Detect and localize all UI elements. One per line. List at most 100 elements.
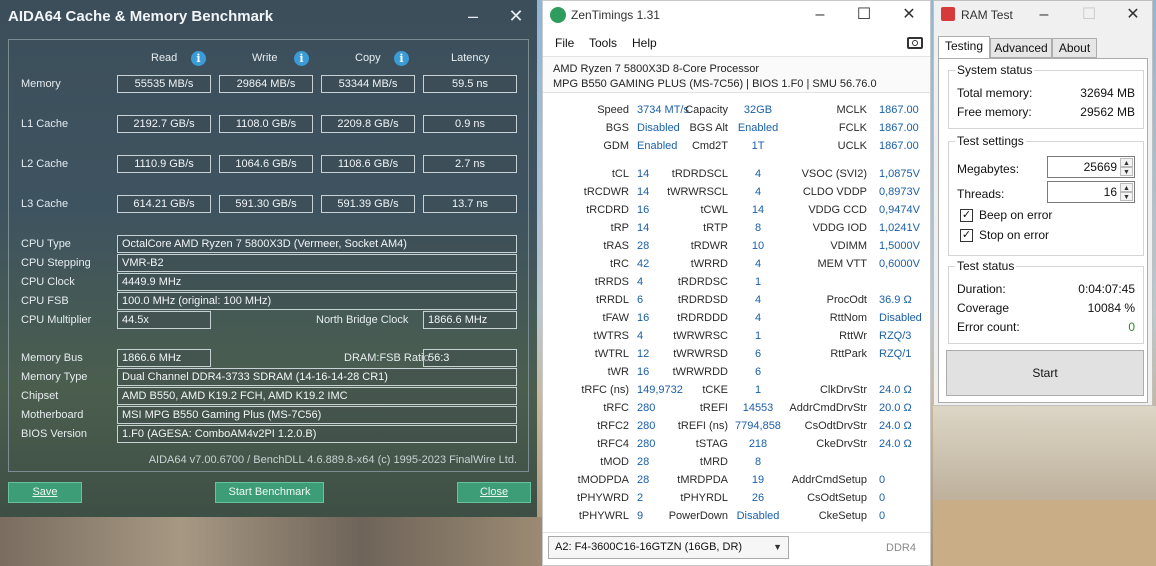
write-info-icon[interactable]: i — [294, 51, 309, 66]
ramtest-window: RAM Test – ☐ ✕ Testing Advanced About Sy… — [933, 0, 1153, 406]
timing-value-col1-8: 42 — [637, 258, 650, 270]
timing-label-col2-12: tWRWRSC — [673, 330, 728, 342]
timing-value-col3-3: 1,0875V — [879, 168, 920, 180]
timing-value-col1-1: Disabled — [637, 122, 680, 134]
dram-fsb-label: DRAM:FSB Ratio — [344, 352, 430, 364]
header-copy: Copy — [355, 52, 381, 64]
timing-label-col2-22: PowerDown — [668, 510, 728, 522]
timing-label-col2-6: tRTP — [703, 222, 728, 234]
chipset-value: AMD B550, AMD K19.2 FCH, AMD K19.2 IMC — [117, 387, 517, 405]
timing-value-col3-1: 1867.00 — [879, 122, 919, 134]
system-status-title: System status — [955, 63, 1035, 77]
board-info: MPG B550 GAMING PLUS (MS-7C56) | BIOS 1.… — [553, 78, 877, 90]
timing-label-col3-20: AddrCmdSetup — [791, 474, 867, 486]
dram-fsb-value: 56:3 — [423, 349, 517, 367]
start-benchmark-button[interactable]: Start Benchmark — [215, 482, 324, 503]
timing-label-col1-15: tRFC (ns) — [581, 384, 629, 396]
timing-label-col2-1: BGS Alt — [689, 122, 728, 134]
timing-label-col2-4: tWRWRSCL — [667, 186, 728, 198]
total-memory-value: 32694 MB — [1080, 86, 1135, 100]
ramtest-app-icon — [941, 7, 955, 21]
cpu-multiplier-value: 44.5x — [117, 311, 211, 329]
timing-value-col1-15: 149,9732 — [637, 384, 683, 396]
spin-up-icon[interactable]: ▲ — [1120, 158, 1133, 167]
minimize-icon[interactable]: – — [1030, 4, 1058, 26]
header-read-label: Read — [151, 52, 178, 64]
timing-label-col3-21: CsOdtSetup — [807, 492, 867, 504]
minimize-icon[interactable]: – — [806, 4, 834, 26]
timing-value-col3-0: 1867.00 — [879, 104, 919, 116]
timing-label-col2-0: Capacity — [685, 104, 728, 116]
timing-value-col2-5: 14 — [751, 204, 765, 216]
timing-value-col2-20: 19 — [751, 474, 765, 486]
row-label-l1: L1 Cache — [21, 118, 69, 130]
timing-value-col2-22: Disabled — [736, 510, 780, 522]
minimize-icon[interactable]: – — [459, 4, 487, 28]
timing-label-col3-17: CsOdtDrvStr — [804, 420, 867, 432]
timing-value-col1-12: 4 — [637, 330, 644, 342]
timing-label-col2-20: tMRDPDA — [677, 474, 728, 486]
l2-read: 1110.9 GB/s — [117, 155, 211, 173]
timing-value-col2-7: 10 — [751, 240, 765, 252]
memory-write: 29864 MB/s — [219, 75, 313, 93]
stop-on-error-checkbox[interactable]: ✓ — [960, 229, 973, 242]
timing-value-col2-4: 4 — [754, 186, 762, 198]
window-title: RAM Test — [961, 8, 1013, 22]
timing-label-col1-5: tRCDRD — [586, 204, 629, 216]
timing-value-col2-8: 4 — [754, 258, 762, 270]
timing-label-col1-14: tWR — [607, 366, 629, 378]
cpu-stepping-value: VMR-B2 — [117, 254, 517, 272]
spin-up-icon[interactable]: ▲ — [1120, 183, 1133, 192]
timing-label-col3-13: RttPark — [830, 348, 867, 360]
timing-value-col1-0: 3734 MT/s — [637, 104, 689, 116]
timing-label-col3-3: VSOC (SVI2) — [801, 168, 867, 180]
cpu-type-value: OctalCore AMD Ryzen 7 5800X3D (Vermeer, … — [117, 235, 517, 253]
timing-value-col2-15: 1 — [754, 384, 762, 396]
beep-on-error-checkbox[interactable]: ✓ — [960, 209, 973, 222]
copy-info-icon[interactable]: i — [394, 51, 409, 66]
timing-value-col2-6: 8 — [754, 222, 762, 234]
timing-label-col2-19: tMRD — [699, 456, 728, 468]
close-icon[interactable]: ✕ — [895, 4, 923, 26]
tab-about[interactable]: About — [1052, 38, 1097, 58]
close-button[interactable]: Close — [457, 482, 531, 503]
timing-label-col3-8: MEM VTT — [817, 258, 868, 270]
threads-value: 16 — [1103, 185, 1117, 199]
tab-advanced[interactable]: Advanced — [990, 38, 1052, 58]
megabytes-stepper[interactable]: 25669 ▲ ▼ — [1047, 156, 1135, 178]
start-button[interactable]: Start — [946, 350, 1144, 396]
save-button[interactable]: Save — [8, 482, 82, 503]
menu-help[interactable]: Help — [632, 36, 657, 50]
timing-value-col1-9: 4 — [637, 276, 644, 288]
close-icon[interactable]: ✕ — [502, 4, 530, 28]
window-title: AIDA64 Cache & Memory Benchmark — [8, 8, 274, 25]
timing-value-col3-13: RZQ/1 — [879, 348, 912, 360]
zentimings-window: ZenTimings 1.31 – ☐ ✕ File Tools Help AM… — [542, 0, 931, 566]
timing-value-col2-16: 14553 — [742, 402, 774, 414]
read-info-icon[interactable]: i — [191, 51, 206, 66]
ddr-type: DDR4 — [886, 542, 916, 554]
menu-tools[interactable]: Tools — [589, 36, 617, 50]
memory-type-value: Dual Channel DDR4-3733 SDRAM (14-16-14-2… — [117, 368, 517, 386]
timing-label-col1-0: Speed — [597, 104, 629, 116]
timing-label-col2-9: tRDRDSC — [677, 276, 728, 288]
menu-file[interactable]: File — [555, 36, 574, 50]
timing-label-col1-1: BGS — [605, 122, 629, 134]
timing-label-col3-6: VDDG IOD — [812, 222, 867, 234]
maximize-icon[interactable]: ☐ — [850, 4, 878, 26]
row-label-l3: L3 Cache — [21, 198, 69, 210]
threads-stepper[interactable]: 16 ▲ ▼ — [1047, 181, 1135, 203]
cpu-stepping-label: CPU Stepping — [21, 257, 91, 269]
screenshot-camera-icon[interactable] — [907, 37, 923, 49]
close-icon[interactable]: ✕ — [1119, 4, 1147, 26]
timing-label-col1-8: tRC — [610, 258, 629, 270]
l1-copy: 2209.8 GB/s — [321, 115, 415, 133]
memory-module-select[interactable]: A2: F4-3600C16-16GTZN (16GB, DR) ▼ — [548, 536, 789, 559]
nb-clock-label: North Bridge Clock — [316, 314, 409, 326]
duration-value: 0:04:07:45 — [1078, 282, 1135, 296]
spin-down-icon[interactable]: ▼ — [1120, 192, 1133, 201]
spin-down-icon[interactable]: ▼ — [1120, 167, 1133, 176]
timing-label-col1-9: tRRDS — [594, 276, 629, 288]
tab-testing[interactable]: Testing — [938, 36, 990, 59]
timing-value-col1-3: 14 — [637, 168, 650, 180]
